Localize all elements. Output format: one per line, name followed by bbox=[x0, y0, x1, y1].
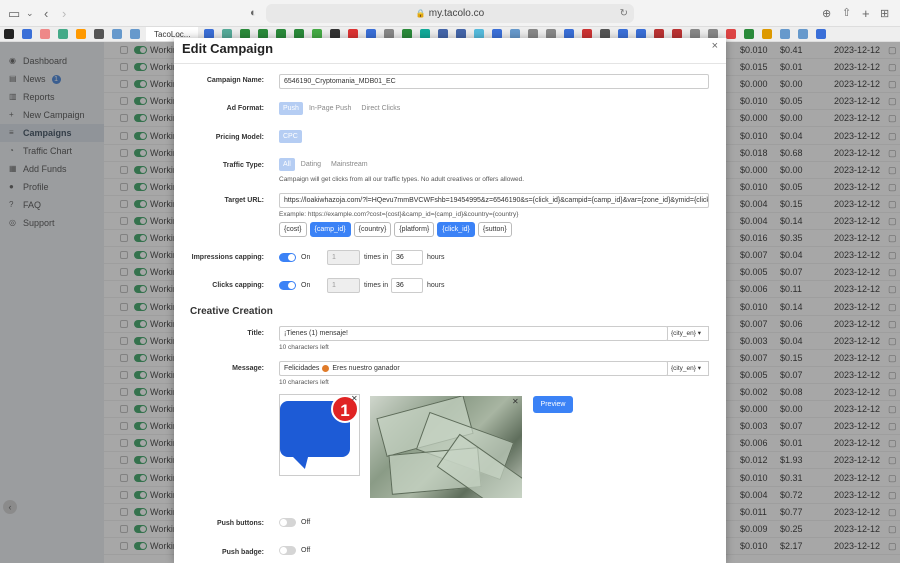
tab-favicon[interactable] bbox=[816, 29, 827, 39]
tab-favicon[interactable] bbox=[76, 29, 86, 39]
macro-camp-id[interactable]: {camp_id} bbox=[309, 222, 351, 237]
macro-sutton[interactable]: {sutton} bbox=[477, 222, 512, 237]
preview-button[interactable]: Preview bbox=[533, 396, 573, 413]
push-badge-toggle[interactable] bbox=[279, 546, 296, 555]
push-buttons-toggle[interactable] bbox=[279, 518, 296, 527]
impressions-capping-state: On bbox=[301, 254, 311, 261]
push-image-preview[interactable] bbox=[370, 396, 522, 498]
campaign-name-label: Campaign Name: bbox=[206, 77, 264, 84]
impressions-capping-toggle[interactable] bbox=[279, 253, 296, 262]
title-input[interactable]: ¡Tienes (1) mensaje! bbox=[279, 326, 668, 341]
title-chars-left: 10 characters left bbox=[279, 344, 329, 351]
traffic-note: Campaign will get clicks from all our tr… bbox=[279, 176, 525, 183]
times-in-text: times in bbox=[364, 254, 389, 261]
party-emoji-icon bbox=[322, 364, 330, 372]
macro-platform[interactable]: {platform} bbox=[394, 222, 435, 237]
clicks-capping-toggle[interactable] bbox=[279, 281, 296, 290]
macro-cost[interactable]: {cost} bbox=[279, 222, 307, 237]
traffic-all[interactable]: All bbox=[279, 158, 295, 171]
pricing-cpc[interactable]: CPC bbox=[279, 130, 302, 143]
divider bbox=[174, 63, 726, 64]
close-icon[interactable]: × bbox=[712, 40, 718, 52]
message-chars-left: 10 characters left bbox=[279, 379, 329, 386]
message-text-a: Felicidades bbox=[284, 365, 320, 372]
chevron-down-icon[interactable]: ⌄ bbox=[26, 8, 34, 19]
tab-favicon[interactable] bbox=[762, 29, 773, 39]
creative-creation-heading: Creative Creation bbox=[190, 306, 273, 317]
clicks-capping-state: On bbox=[301, 282, 311, 289]
tab-favicon[interactable] bbox=[58, 29, 68, 39]
shield-icon[interactable]: ◐ bbox=[250, 7, 257, 19]
ad-format-direct-clicks[interactable]: Direct Clicks bbox=[357, 102, 404, 115]
remove-image-button[interactable]: ✕ bbox=[512, 397, 519, 406]
hours-text: hours bbox=[427, 254, 445, 261]
edit-campaign-modal: Edit Campaign × Campaign Name: 6546190_C… bbox=[174, 38, 726, 563]
traffic-mainstream[interactable]: Mainstream bbox=[327, 158, 372, 171]
message-label: Message: bbox=[232, 365, 264, 372]
title-macro-select[interactable]: {city_en} ▾ bbox=[667, 326, 709, 341]
tab-favicon[interactable] bbox=[798, 29, 809, 39]
message-input[interactable]: Felicidades Eres nuestro ganador bbox=[279, 361, 668, 376]
push-buttons-label: Push buttons: bbox=[216, 520, 264, 527]
new-tab-icon[interactable]: + bbox=[862, 6, 870, 21]
macro-chips: {cost} {camp_id} {country} {platform} {c… bbox=[279, 222, 512, 237]
tab-favicon[interactable] bbox=[780, 29, 791, 39]
push-badge-label: Push badge: bbox=[221, 549, 264, 556]
push-buttons-state: Off bbox=[301, 519, 311, 526]
traffic-type-selector: All Dating Mainstream bbox=[279, 158, 372, 171]
target-url-label: Target URL: bbox=[224, 197, 264, 204]
macro-click-id[interactable]: {click_id} bbox=[437, 222, 475, 237]
title-macro-value: {city_en} bbox=[671, 330, 696, 337]
url-text: my.tacolo.co bbox=[428, 8, 485, 19]
download-icon[interactable]: ⊕ bbox=[822, 7, 831, 20]
share-icon[interactable]: ⇧ bbox=[842, 6, 851, 19]
impressions-times-input[interactable]: 1 bbox=[327, 250, 360, 265]
clicks-capping-label: Clicks capping: bbox=[212, 282, 264, 289]
traffic-dating[interactable]: Dating bbox=[297, 158, 325, 171]
impressions-capping-label: Impressions capping: bbox=[191, 254, 264, 261]
tab-overview-icon[interactable]: ⊞ bbox=[880, 7, 889, 20]
pricing-model-label: Pricing Model: bbox=[215, 134, 264, 141]
macro-country[interactable]: {country} bbox=[353, 222, 392, 237]
tab-favicon[interactable] bbox=[22, 29, 32, 39]
push-badge-state: Off bbox=[301, 547, 311, 554]
target-url-input[interactable]: https://loakiwhazoja.com/?l=HQevu7mmBVCW… bbox=[279, 193, 709, 208]
message-text-b: Eres nuestro ganador bbox=[332, 365, 400, 372]
target-url-example: Example: https://example.com?cost={cost}… bbox=[279, 211, 519, 218]
tab-favicon[interactable] bbox=[112, 29, 122, 39]
tab-favicon[interactable] bbox=[40, 29, 50, 39]
clicks-hours-input[interactable]: 36 bbox=[391, 278, 423, 293]
message-macro-select[interactable]: {city_en} ▾ bbox=[667, 361, 709, 376]
hours-text: hours bbox=[427, 282, 445, 289]
ad-format-push[interactable]: Push bbox=[279, 102, 303, 115]
times-in-text: times in bbox=[364, 282, 389, 289]
ad-format-label: Ad Format: bbox=[226, 105, 264, 112]
campaign-name-input[interactable]: 6546190_Cryptomania_MDB01_EC bbox=[279, 74, 709, 89]
tab-favicon[interactable] bbox=[4, 29, 14, 39]
remove-icon-button[interactable]: ✕ bbox=[351, 394, 358, 403]
pricing-model-selector: CPC bbox=[279, 130, 302, 143]
browser-toolbar: ▭ ⌄ ‹ › ◐ 🔒 my.tacolo.co ↻ ⊕ ⇧ + ⊞ bbox=[0, 0, 900, 27]
tab-favicon[interactable] bbox=[130, 29, 140, 39]
modal-title: Edit Campaign bbox=[182, 41, 274, 56]
address-bar[interactable]: 🔒 my.tacolo.co ↻ bbox=[266, 4, 634, 23]
reload-icon[interactable]: ↻ bbox=[620, 4, 628, 23]
back-icon[interactable]: ‹ bbox=[44, 6, 48, 21]
forward-icon[interactable]: › bbox=[62, 6, 66, 21]
ad-format-selector: Push In-Page Push Direct Clicks bbox=[279, 102, 404, 115]
tab-favicon[interactable] bbox=[744, 29, 755, 39]
traffic-type-label: Traffic Type: bbox=[222, 162, 264, 169]
clicks-times-input[interactable]: 1 bbox=[327, 278, 360, 293]
tab-favicon[interactable] bbox=[94, 29, 104, 39]
title-label: Title: bbox=[247, 330, 264, 337]
sidebar-toggle-icon[interactable]: ▭ bbox=[8, 6, 20, 22]
impressions-hours-input[interactable]: 36 bbox=[391, 250, 423, 265]
tab-favicon[interactable] bbox=[726, 29, 737, 39]
lock-icon: 🔒 bbox=[415, 9, 426, 18]
ad-format-in-page-push[interactable]: In-Page Push bbox=[305, 102, 355, 115]
message-macro-value: {city_en} bbox=[671, 365, 696, 372]
push-icon-preview[interactable]: 1 bbox=[279, 394, 360, 476]
